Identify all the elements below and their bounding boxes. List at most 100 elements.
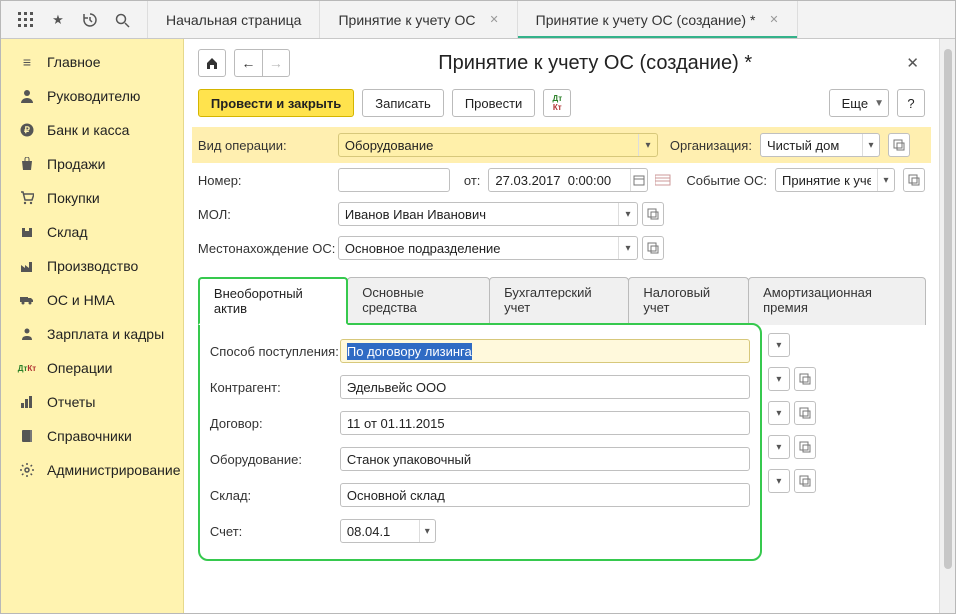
entry-method-input[interactable]: По договору лизинга [341, 340, 749, 362]
sidebar-item-label: Администрирование [47, 462, 181, 478]
date-input[interactable] [489, 169, 629, 191]
row-number-date: Номер: от: [198, 163, 925, 197]
date-prefix: от: [464, 173, 481, 188]
contract-input[interactable] [341, 412, 749, 434]
organization-input[interactable] [761, 134, 862, 156]
post-and-close-button[interactable]: Провести и закрыть [198, 89, 354, 117]
tab-depreciation-bonus[interactable]: Амортизационная премия [748, 277, 926, 325]
open-button[interactable] [794, 469, 816, 493]
sidebar-item-operations[interactable]: ДтКт Операции [1, 351, 183, 385]
sidebar-item-sales[interactable]: Продажи [1, 147, 183, 181]
star-icon[interactable]: ★ [49, 11, 67, 29]
dropdown-button[interactable]: ▾ [618, 203, 637, 225]
open-button[interactable] [794, 367, 816, 391]
dtkt-button[interactable]: ДтКт [543, 89, 571, 117]
equipment-input[interactable] [341, 448, 749, 470]
number-input[interactable] [339, 169, 449, 191]
sidebar-item-catalogs[interactable]: Справочники [1, 419, 183, 453]
print-form-button[interactable] [652, 168, 674, 192]
person-icon [19, 326, 35, 342]
row-mol: МОЛ: ▾ [198, 197, 925, 231]
open-button[interactable] [642, 236, 664, 260]
calendar-button[interactable] [630, 169, 648, 191]
dropdown-button[interactable]: ▾ [638, 134, 657, 156]
open-button[interactable] [794, 435, 816, 459]
post-button[interactable]: Провести [452, 89, 536, 117]
sidebar-item-label: Зарплата и кадры [47, 326, 164, 342]
close-document-button[interactable]: ✕ [900, 50, 925, 76]
box-icon [19, 224, 35, 240]
row-entry-method: Способ поступления: По договору лизинга [210, 333, 750, 369]
dropdown-button[interactable]: ▾ [769, 334, 789, 356]
dropdown-button[interactable]: ▾ [769, 368, 789, 390]
ruble-icon: ₽ [19, 122, 35, 138]
search-icon[interactable] [113, 11, 131, 29]
dropdown-button[interactable]: ▾ [419, 520, 435, 542]
warehouse-input[interactable] [341, 484, 749, 506]
open-button[interactable] [888, 133, 910, 157]
sidebar-item-payroll[interactable]: Зарплата и кадры [1, 317, 183, 351]
dropdown-button[interactable]: ▾ [862, 134, 879, 156]
forward-button[interactable]: → [262, 49, 290, 77]
sidebar-item-label: Склад [47, 224, 88, 240]
mol-input[interactable] [339, 203, 618, 225]
book-icon [19, 428, 35, 444]
sidebar-item-bank[interactable]: ₽ Банк и касса [1, 113, 183, 147]
save-button[interactable]: Записать [362, 89, 444, 117]
tab-fixed-asset-accept-create[interactable]: Принятие к учету ОС (создание) * ✕ [518, 1, 798, 38]
more-button[interactable]: Еще ▼ [829, 89, 889, 117]
sidebar-item-manager[interactable]: Руководителю [1, 79, 183, 113]
dropdown-button[interactable]: ▾ [618, 237, 637, 259]
bag-icon [19, 156, 35, 172]
open-button[interactable] [903, 168, 925, 192]
sidebar-item-main[interactable]: ≡ Главное [1, 45, 183, 79]
account-input[interactable] [341, 520, 419, 542]
tab-accounting[interactable]: Бухгалтерский учет [489, 277, 629, 325]
sidebar-item-admin[interactable]: Администрирование [1, 453, 183, 487]
sidebar-item-production[interactable]: Производство [1, 249, 183, 283]
dropdown-button[interactable]: ▾ [769, 436, 789, 458]
sidebar-item-purchases[interactable]: Покупки [1, 181, 183, 215]
more-label: Еще [842, 96, 868, 111]
event-input[interactable] [776, 169, 877, 191]
operation-type-input[interactable] [339, 134, 638, 156]
highlighted-section: Способ поступления: По договору лизинга … [198, 323, 762, 561]
location-input[interactable] [339, 237, 618, 259]
selected-text: По договору лизинга [347, 343, 472, 360]
history-icon[interactable] [81, 11, 99, 29]
apps-icon[interactable] [17, 11, 35, 29]
close-icon[interactable]: ✕ [489, 13, 498, 26]
topbar-icons: ★ [1, 1, 148, 38]
warehouse-label: Склад: [210, 488, 340, 503]
top-tabs: Начальная страница Принятие к учету ОС ✕… [148, 1, 798, 38]
dropdown-button[interactable]: ▾ [769, 470, 789, 492]
sidebar-item-reports[interactable]: Отчеты [1, 385, 183, 419]
tab-tax[interactable]: Налоговый учет [628, 277, 749, 325]
back-button[interactable]: ← [234, 49, 262, 77]
dropdown-button[interactable]: ▾ [769, 402, 789, 424]
open-button[interactable] [642, 202, 664, 226]
sidebar-item-label: Банк и касса [47, 122, 129, 138]
menu-icon: ≡ [19, 54, 35, 70]
home-button[interactable] [198, 49, 226, 77]
dropdown-button[interactable]: ▾ [877, 169, 894, 191]
tab-start-page[interactable]: Начальная страница [148, 1, 320, 38]
user-icon [19, 88, 35, 104]
counterparty-input[interactable] [341, 376, 749, 398]
equipment-label: Оборудование: [210, 452, 340, 467]
scroll-thumb[interactable] [944, 49, 952, 569]
sidebar-item-label: Руководителю [47, 88, 140, 104]
help-button[interactable]: ? [897, 89, 925, 117]
close-icon[interactable]: ✕ [769, 13, 778, 26]
open-button[interactable] [794, 401, 816, 425]
row-operation-type: Вид операции: ▾ Организация: ▾ [192, 127, 931, 163]
tab-fixed-asset-accept[interactable]: Принятие к учету ОС ✕ [320, 1, 517, 38]
tab-noncurrent-asset[interactable]: Внеоборотный актив [198, 277, 348, 325]
tab-fixed-assets[interactable]: Основные средства [347, 277, 490, 325]
sidebar-item-warehouse[interactable]: Склад [1, 215, 183, 249]
mol-label: МОЛ: [198, 207, 338, 222]
factory-icon [19, 258, 35, 274]
counterparty-label: Контрагент: [210, 380, 340, 395]
scrollbar[interactable] [939, 39, 955, 613]
sidebar-item-fixed-assets[interactable]: ОС и НМА [1, 283, 183, 317]
